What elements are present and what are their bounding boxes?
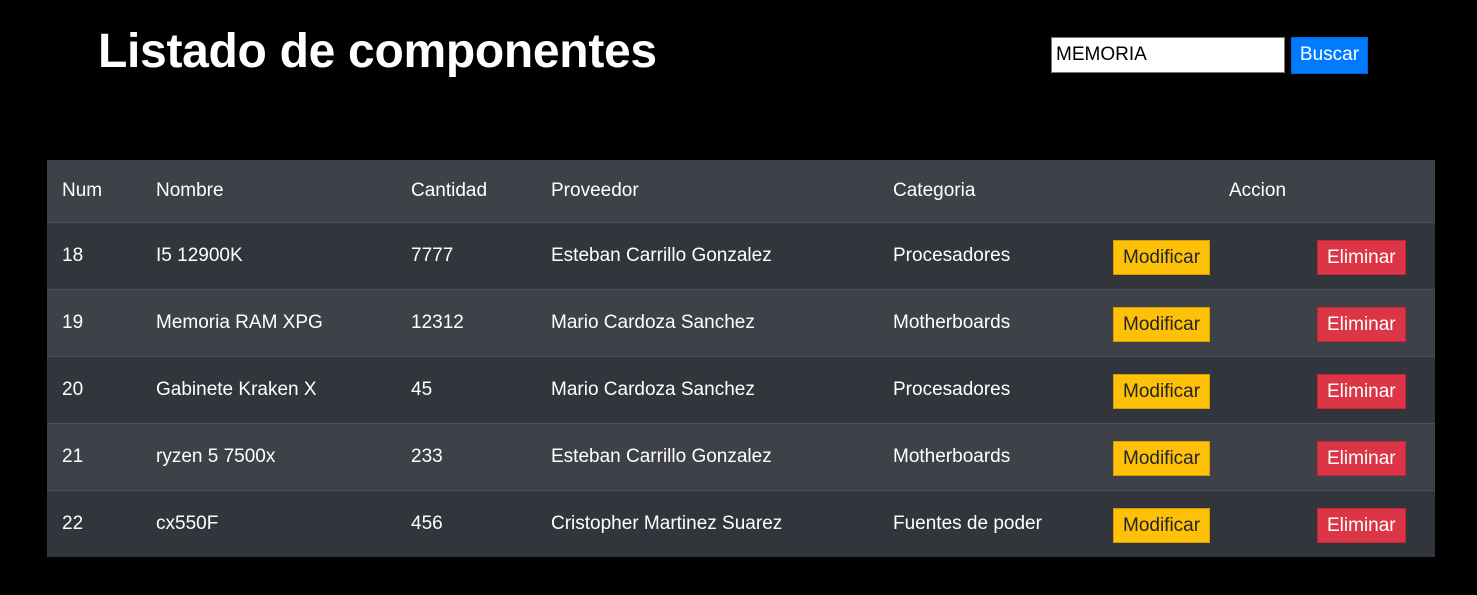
cell-num: 22 [62,512,84,534]
column-header-proveedor: Proveedor [551,179,639,201]
cell-delete: Eliminar [1250,423,1435,490]
components-table: Num Nombre Cantidad Proveedor Categoria … [47,160,1435,557]
cell-categoria: Motherboards [893,311,1011,333]
cell-cantidad: 233 [411,445,443,467]
cell-delete: Eliminar [1250,289,1435,356]
cell-cantidad: 7777 [411,244,454,266]
page: Listado de componentes Buscar Num Nombre… [0,0,1477,595]
cell-modify: Modificar [1080,289,1250,356]
cell-modify: Modificar [1080,222,1250,289]
cell-num: 18 [62,244,84,266]
cell-delete: Eliminar [1250,490,1435,557]
search-button[interactable]: Buscar [1291,36,1368,74]
cell-proveedor: Mario Cardoza Sanchez [551,311,755,333]
cell-num: 19 [62,311,84,333]
search-form: Buscar [1051,36,1368,74]
column-header-num: Num [62,179,103,201]
cell-proveedor: Cristopher Martinez Suarez [551,512,783,534]
cell-delete: Eliminar [1250,356,1435,423]
cell-modify: Modificar [1080,490,1250,557]
delete-button[interactable]: Eliminar [1317,306,1406,342]
delete-button[interactable]: Eliminar [1317,373,1406,409]
column-header-nombre: Nombre [156,179,224,201]
cell-categoria: Fuentes de poder [893,512,1042,534]
column-header-categoria: Categoria [893,179,976,201]
cell-cantidad: 12312 [411,311,464,333]
table-row: 19 Memoria RAM XPG 12312 Mario Cardoza S… [47,289,1435,356]
components-table-container: Num Nombre Cantidad Proveedor Categoria … [47,160,1435,557]
modify-button[interactable]: Modificar [1113,440,1211,476]
cell-proveedor: Esteban Carrillo Gonzalez [551,445,772,467]
delete-button[interactable]: Eliminar [1317,440,1406,476]
table-row: 21 ryzen 5 7500x 233 Esteban Carrillo Go… [47,423,1435,490]
cell-cantidad: 456 [411,512,443,534]
cell-num: 21 [62,445,84,467]
column-header-accion: Accion [1228,179,1287,201]
table-row: 18 I5 12900K 7777 Esteban Carrillo Gonza… [47,222,1435,289]
modify-button[interactable]: Modificar [1113,239,1211,275]
delete-button[interactable]: Eliminar [1317,507,1406,543]
cell-modify: Modificar [1080,356,1250,423]
cell-categoria: Procesadores [893,244,1011,266]
delete-button[interactable]: Eliminar [1317,239,1406,275]
cell-nombre: cx550F [156,512,219,534]
modify-button[interactable]: Modificar [1113,306,1211,342]
cell-delete: Eliminar [1250,222,1435,289]
table-row: 22 cx550F 456 Cristopher Martinez Suarez… [47,490,1435,557]
search-input[interactable] [1051,37,1285,73]
cell-nombre: I5 12900K [156,244,243,266]
modify-button[interactable]: Modificar [1113,373,1211,409]
page-title: Listado de componentes [98,25,657,78]
column-header-cantidad: Cantidad [411,179,488,201]
cell-num: 20 [62,378,84,400]
cell-categoria: Procesadores [893,378,1011,400]
cell-proveedor: Esteban Carrillo Gonzalez [551,244,772,266]
modify-button[interactable]: Modificar [1113,507,1211,543]
cell-proveedor: Mario Cardoza Sanchez [551,378,755,400]
cell-cantidad: 45 [411,378,433,400]
cell-nombre: Gabinete Kraken X [156,378,317,400]
cell-modify: Modificar [1080,423,1250,490]
cell-nombre: Memoria RAM XPG [156,311,323,333]
table-row: 20 Gabinete Kraken X 45 Mario Cardoza Sa… [47,356,1435,423]
cell-nombre: ryzen 5 7500x [156,445,276,467]
cell-categoria: Motherboards [893,445,1011,467]
table-header-row: Num Nombre Cantidad Proveedor Categoria … [47,160,1435,222]
